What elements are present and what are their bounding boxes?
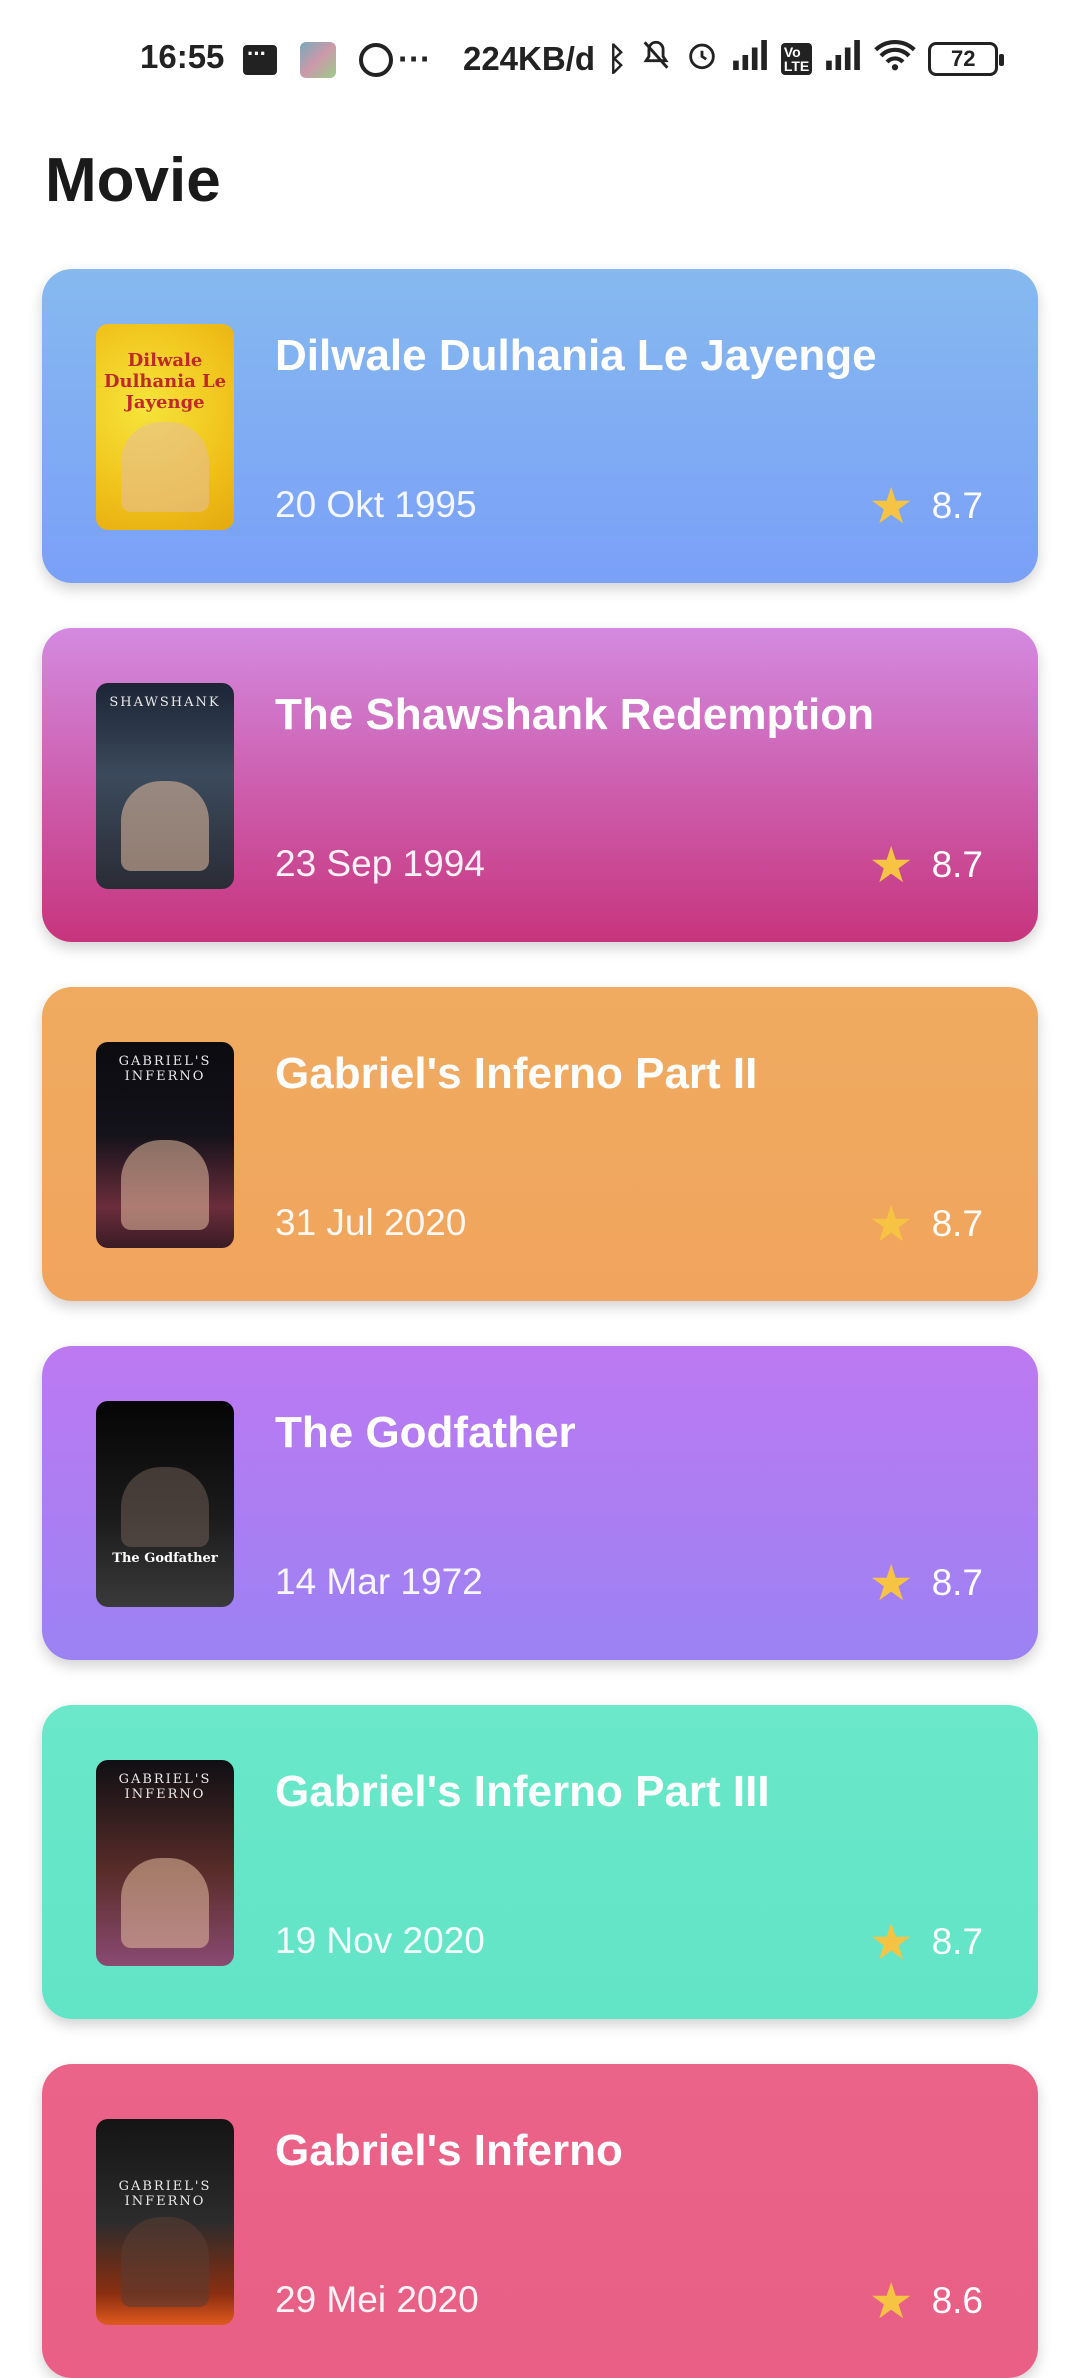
- movie-rating: ★ 8.7: [869, 840, 983, 890]
- movie-title: Gabriel's Inferno: [275, 2126, 623, 2175]
- poster-figure: [121, 422, 209, 512]
- poster-figure: [121, 2217, 209, 2307]
- movie-rating: ★ 8.7: [869, 1558, 983, 1608]
- rating-value: 8.7: [931, 485, 983, 526]
- movie-card[interactable]: GABRIEL'S INFERNO Gabriel's Inferno Part…: [42, 1705, 1038, 2019]
- movie-title: Gabriel's Inferno Part III: [275, 1767, 770, 1816]
- movie-poster: GABRIEL'S INFERNO: [96, 2119, 234, 2325]
- movie-card[interactable]: Dilwale Dulhania Le Jayenge Dilwale Dulh…: [42, 269, 1038, 583]
- movie-poster: SHAWSHANK: [96, 683, 234, 889]
- poster-figure: [121, 1140, 209, 1230]
- poster-label: GABRIEL'S INFERNO: [118, 1054, 212, 1084]
- poster-figure: [121, 781, 209, 871]
- movie-poster: Dilwale Dulhania Le Jayenge: [96, 324, 234, 530]
- movie-rating: ★ 8.7: [869, 1917, 983, 1967]
- star-icon: ★: [868, 478, 914, 534]
- movie-card[interactable]: The Godfather The Godfather 14 Mar 1972 …: [42, 1346, 1038, 1660]
- movie-rating: ★ 8.7: [869, 481, 983, 531]
- star-icon: ★: [868, 1555, 914, 1611]
- rating-value: 8.7: [931, 1562, 983, 1603]
- movie-list: Dilwale Dulhania Le Jayenge Dilwale Dulh…: [0, 0, 1080, 2378]
- movie-poster: GABRIEL'S INFERNO: [96, 1042, 234, 1248]
- poster-label: GABRIEL'S INFERNO: [118, 1772, 212, 1802]
- movie-rating: ★ 8.7: [869, 1199, 983, 1249]
- movie-release-date: 29 Mei 2020: [275, 2279, 479, 2320]
- movie-poster: GABRIEL'S INFERNO: [96, 1760, 234, 1966]
- rating-value: 8.7: [931, 844, 983, 885]
- movie-rating: ★ 8.6: [869, 2276, 983, 2326]
- movie-release-date: 14 Mar 1972: [275, 1561, 483, 1602]
- star-icon: ★: [868, 1196, 914, 1252]
- rating-value: 8.7: [931, 1921, 983, 1962]
- movie-title: The Shawshank Redemption: [275, 690, 874, 739]
- movie-release-date: 20 Okt 1995: [275, 484, 477, 525]
- movie-poster: The Godfather: [96, 1401, 234, 1607]
- poster-label: The Godfather: [112, 1551, 218, 1566]
- movie-title: The Godfather: [275, 1408, 576, 1457]
- movie-title: Gabriel's Inferno Part II: [275, 1049, 758, 1098]
- movie-card[interactable]: SHAWSHANK The Shawshank Redemption 23 Se…: [42, 628, 1038, 942]
- poster-label: Dilwale Dulhania Le Jayenge: [103, 350, 227, 413]
- poster-figure: [121, 1467, 209, 1547]
- movie-release-date: 19 Nov 2020: [275, 1920, 485, 1961]
- movie-card[interactable]: GABRIEL'S INFERNO Gabriel's Inferno Part…: [42, 987, 1038, 1301]
- star-icon: ★: [868, 837, 914, 893]
- rating-value: 8.7: [931, 1203, 983, 1244]
- movie-title: Dilwale Dulhania Le Jayenge: [275, 331, 877, 380]
- movie-release-date: 31 Jul 2020: [275, 1202, 467, 1243]
- movie-release-date: 23 Sep 1994: [275, 843, 485, 884]
- poster-figure: [121, 1858, 209, 1948]
- rating-value: 8.6: [931, 2280, 983, 2321]
- movie-card[interactable]: GABRIEL'S INFERNO Gabriel's Inferno 29 M…: [42, 2064, 1038, 2378]
- star-icon: ★: [868, 1914, 914, 1970]
- star-icon: ★: [868, 2273, 914, 2329]
- poster-label: SHAWSHANK: [109, 695, 221, 710]
- poster-label: GABRIEL'S INFERNO: [118, 2179, 212, 2209]
